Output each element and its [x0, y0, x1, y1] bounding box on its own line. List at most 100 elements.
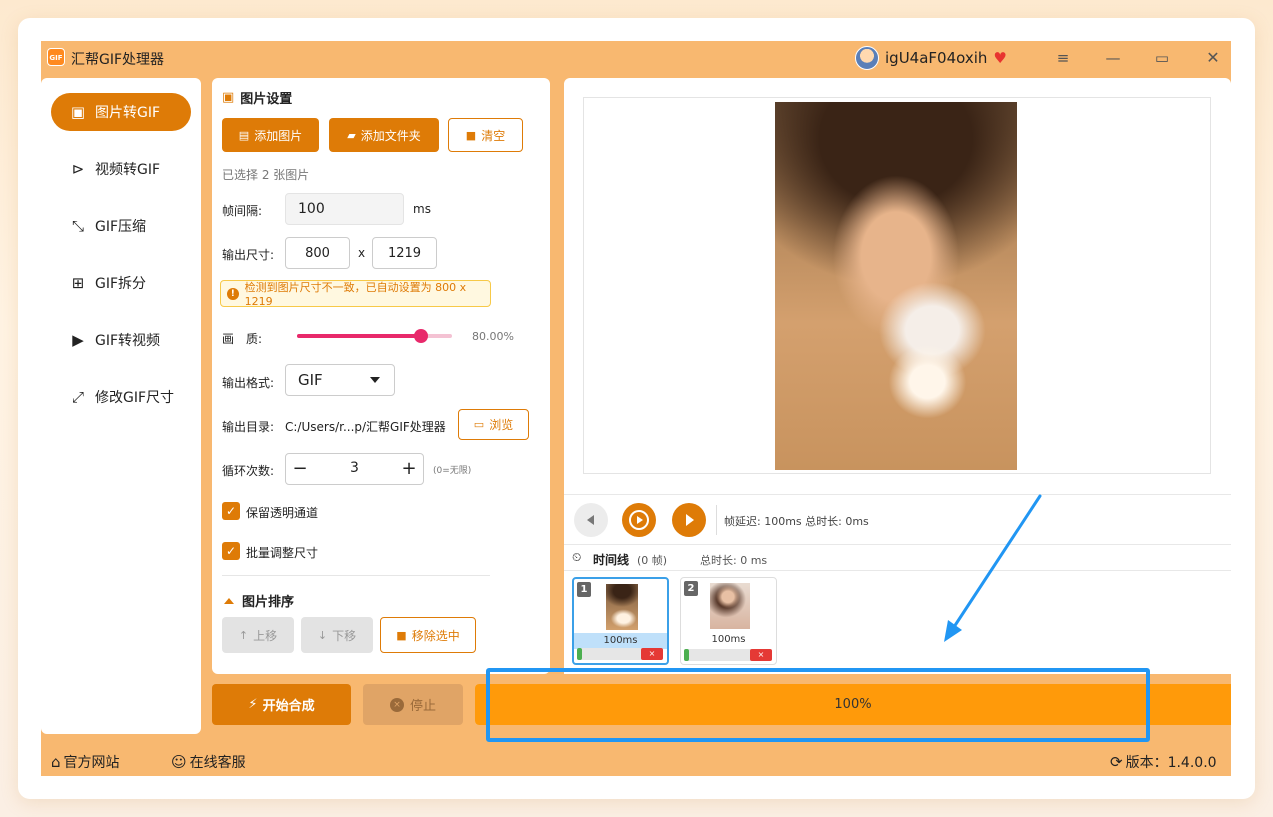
quality-slider-fill — [297, 334, 421, 338]
app-window: GIF 汇帮GIF处理器 igU4aF04oxih ♥ ≡ — ▭ ✕ ▣ 图片… — [41, 41, 1231, 776]
stop-button[interactable]: × 停止 — [363, 684, 463, 725]
batch-resize-checkbox[interactable]: ✓ — [222, 542, 240, 560]
collapse-icon — [224, 597, 234, 604]
frame-interval-label: 帧间隔: — [222, 204, 263, 218]
next-frame-button[interactable] — [672, 503, 706, 537]
move-up-button[interactable]: ↑ 上移 — [222, 617, 294, 653]
preview-panel: 帧延迟: 100ms 总时长: 0ms ⏲ 时间线 (0 帧) 总时长: 0 m… — [564, 78, 1231, 674]
chevron-down-icon — [370, 377, 380, 383]
delete-frame-button[interactable]: × — [641, 648, 663, 660]
trash-icon: ■ — [396, 628, 407, 642]
size-separator: x — [358, 246, 366, 260]
frame-info: 帧延迟: 100ms 总时长: 0ms — [724, 515, 869, 528]
separator — [716, 505, 717, 535]
timeline-title: 时间线 — [593, 553, 630, 567]
increment-button[interactable]: + — [399, 458, 419, 480]
divider — [222, 575, 490, 576]
output-dir-label: 输出目录: — [222, 420, 275, 434]
close-icon[interactable]: ✕ — [1201, 47, 1225, 69]
username[interactable]: igU4aF04oxih — [885, 49, 987, 67]
warning-text: 检测到图片尺寸不一致，已自动设置为 800 x 1219 — [244, 281, 467, 308]
quality-slider[interactable] — [297, 329, 452, 343]
file-add-icon: ▤ — [238, 128, 250, 142]
add-folder-label: 添加文件夹 — [360, 128, 421, 143]
loop-hint: (0=无限) — [433, 466, 472, 476]
image-settings-panel: ▣ 图片设置 ▤ 添加图片 ▰ 添加文件夹 ■ 清空 已选择 2 张图片 帧间隔… — [212, 78, 550, 674]
maximize-icon[interactable]: ▭ — [1150, 47, 1174, 69]
loop-value[interactable]: 3 — [316, 460, 393, 476]
lightning-icon: ⚡ — [248, 697, 258, 712]
frame-duration-bar — [577, 648, 645, 660]
version-label: 版本：1.4.0.0 — [1125, 755, 1217, 771]
minimize-icon[interactable]: — — [1101, 47, 1125, 69]
play-button[interactable] — [622, 503, 656, 537]
nav-item-gif-split[interactable]: ⊞ GIF拆分 — [51, 264, 191, 302]
nav-item-image-to-gif[interactable]: ▣ 图片转GIF — [51, 93, 191, 131]
online-support-link[interactable]: ☺ 在线客服 — [171, 752, 246, 772]
add-image-label: 添加图片 — [254, 128, 303, 143]
nav-item-video-to-gif[interactable]: ⊳ 视频转GIF — [51, 150, 191, 188]
title-bar: GIF 汇帮GIF处理器 igU4aF04oxih ♥ ≡ — ▭ ✕ — [41, 41, 1231, 75]
decrement-button[interactable]: − — [290, 458, 310, 480]
version-info[interactable]: ⟳ 版本：1.4.0.0 — [1110, 752, 1217, 772]
arrow-up-icon: ↑ — [238, 628, 249, 642]
batch-resize-label[interactable]: 批量调整尺寸 — [246, 544, 318, 561]
nav-item-resize-gif[interactable]: ⤢ 修改GIF尺寸 — [51, 378, 191, 416]
loop-stepper[interactable]: − 3 + — [285, 453, 424, 485]
format-label: 输出格式: — [222, 376, 275, 390]
menu-icon[interactable]: ≡ — [1051, 47, 1075, 69]
width-input[interactable]: 800 — [285, 237, 350, 269]
keep-alpha-checkbox[interactable]: ✓ — [222, 502, 240, 520]
nav-item-gif-to-video[interactable]: ▶ GIF转视频 — [51, 321, 191, 359]
arrow-down-icon: ↓ — [317, 628, 328, 642]
frame-number: 1 — [577, 582, 591, 597]
browse-button[interactable]: ▭ 浏览 — [458, 409, 529, 440]
nav-item-label: GIF压缩 — [95, 219, 147, 235]
add-folder-button[interactable]: ▰ 添加文件夹 — [329, 118, 439, 152]
move-down-button[interactable]: ↓ 下移 — [301, 617, 373, 653]
clear-button[interactable]: ■ 清空 — [448, 118, 523, 152]
frame-interval-input[interactable]: 100 — [285, 193, 404, 225]
move-down-label: 下移 — [332, 628, 357, 643]
start-label: 开始合成 — [262, 699, 315, 714]
sidebar-nav: ▣ 图片转GIF ⊳ 视频转GIF ⤡ GIF压缩 ⊞ GIF拆分 ▶ GIF转… — [41, 78, 201, 734]
settings-title-text: 图片设置 — [240, 92, 293, 107]
delete-frame-button[interactable]: × — [750, 649, 772, 661]
nav-item-label: 图片转GIF — [95, 105, 161, 121]
timeline-total: 总时长: 0 ms — [700, 554, 768, 567]
highlight-box — [486, 668, 1150, 742]
quality-slider-handle[interactable] — [414, 329, 428, 343]
sort-section-title[interactable]: 图片排序 — [224, 591, 294, 610]
start-compose-button[interactable]: ⚡ 开始合成 — [212, 684, 351, 725]
output-size-label: 输出尺寸: — [222, 248, 275, 262]
format-value: GIF — [298, 371, 323, 389]
add-image-button[interactable]: ▤ 添加图片 — [222, 118, 319, 152]
stop-icon: × — [389, 697, 404, 712]
settings-title: ▣ 图片设置 — [222, 88, 292, 107]
split-icon: ⊞ — [71, 274, 85, 292]
frame-delay: 100ms — [711, 634, 746, 645]
nav-item-gif-compress[interactable]: ⤡ GIF压缩 — [51, 207, 191, 245]
remove-selected-button[interactable]: ■ 移除选中 — [380, 617, 476, 653]
website-label: 官方网站 — [63, 755, 120, 771]
support-icon: ☺ — [171, 753, 187, 771]
timeline-frame[interactable]: 1 100ms × — [572, 577, 669, 665]
timeline-frame[interactable]: 2 100ms × — [680, 577, 777, 665]
official-website-link[interactable]: ⌂ 官方网站 — [51, 752, 120, 772]
avatar[interactable] — [855, 46, 879, 70]
previous-frame-button[interactable] — [574, 503, 608, 537]
format-select[interactable]: GIF — [285, 364, 395, 396]
resize-icon: ⤢ — [71, 388, 84, 406]
nav-item-label: GIF拆分 — [95, 276, 147, 292]
quality-label: 画 质: — [222, 332, 263, 346]
diamond-icon[interactable]: ♥ — [993, 49, 1006, 67]
keep-alpha-label[interactable]: 保留透明通道 — [246, 504, 318, 521]
remove-selected-label: 移除选中 — [411, 628, 460, 643]
clock-icon: ⏲ — [572, 550, 582, 564]
frame-duration-bar — [684, 649, 752, 661]
preview-image — [775, 102, 1017, 470]
user-info[interactable]: igU4aF04oxih ♥ — [855, 45, 1007, 71]
frame-number: 2 — [684, 581, 698, 596]
height-input[interactable]: 1219 — [372, 237, 437, 269]
nav-item-label: 视频转GIF — [95, 162, 161, 178]
